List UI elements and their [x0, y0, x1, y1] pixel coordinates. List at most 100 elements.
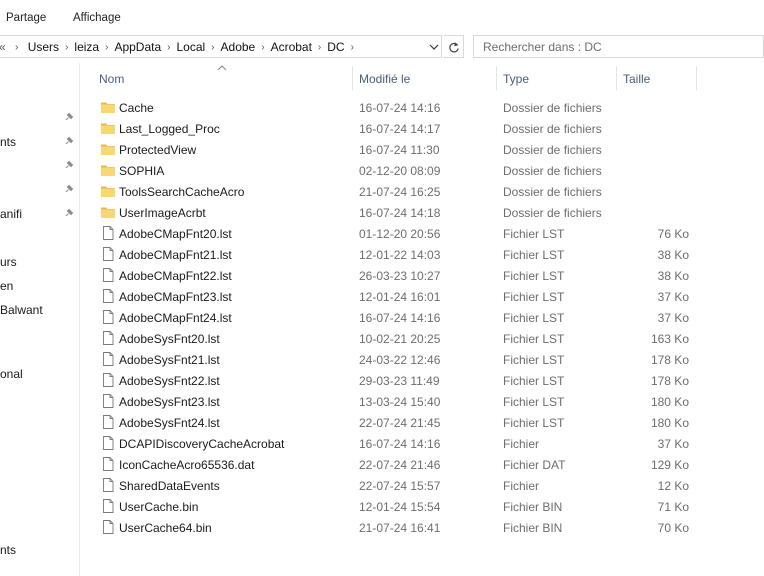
file-row[interactable]: Cache 16-07-24 14:16 Dossier de fichiers [96, 97, 696, 118]
file-row[interactable]: Last_Logged_Proc 16-07-24 14:17 Dossier de… [96, 118, 696, 139]
chevron-right-icon[interactable]: › [318, 42, 321, 53]
refresh-button[interactable] [444, 35, 464, 58]
file-modified: 24-03-22 12:46 [359, 353, 441, 367]
folder-icon [100, 162, 116, 178]
file-size: 37 Ko [657, 311, 689, 325]
file-row[interactable]: ProtectedView 16-07-24 11:30 Dossier de fi… [96, 139, 696, 160]
file-name: AdobeSysFnt21.lst [119, 353, 220, 367]
column-header-type-label: Type [503, 72, 530, 86]
column-header-name-label: Nom [99, 72, 125, 86]
file-row[interactable]: AdobeSysFnt20.lst 10-02-21 20:25 Fichier L… [96, 328, 696, 349]
breadcrumb-item[interactable]: AppData [114, 40, 161, 54]
file-row[interactable]: DCAPIDiscoveryCacheAcrobat 16-07-24 14:16… [96, 433, 696, 454]
breadcrumb-item[interactable]: Local [176, 40, 205, 54]
file-name: AdobeSysFnt23.lst [119, 395, 220, 409]
nav-item[interactable]: en [0, 279, 13, 293]
file-row[interactable]: AdobeSysFnt23.lst 13-03-24 15:40 Fichier L… [96, 391, 696, 412]
file-row[interactable]: SharedDataEvents 22-07-24 15:57 Fichier 12 … [96, 475, 696, 496]
file-row[interactable]: SOPHIA 02-12-20 08:09 Dossier de fichiers [96, 160, 696, 181]
address-row: « › Users › leiza › AppData › Local › Adobe › Acro… [0, 35, 764, 60]
pin-icon[interactable] [63, 135, 75, 147]
file-size: 37 Ko [657, 290, 689, 304]
file-icon [100, 309, 116, 325]
column-header-size[interactable]: Taille [617, 63, 695, 93]
file-modified: 26-03-23 10:27 [359, 269, 441, 283]
file-name: AdobeSysFnt24.lst [119, 416, 220, 430]
nav-item[interactable]: nts [0, 135, 16, 149]
chevron-right-icon[interactable]: › [65, 42, 68, 53]
file-row[interactable]: UserCache.bin 12-01-24 15:54 Fichier BIN 71… [96, 496, 696, 517]
search-input[interactable]: Rechercher dans : DC [473, 35, 764, 58]
file-modified: 12-01-24 16:01 [359, 290, 441, 304]
file-row[interactable]: AdobeCMapFnt22.lst 26-03-23 10:27 Fichier … [96, 265, 696, 286]
breadcrumb-item[interactable]: Adobe [221, 40, 256, 54]
tab-affichage[interactable]: Affichage [73, 12, 121, 24]
column-header-name[interactable]: Nom [96, 63, 351, 93]
file-size: 70 Ko [657, 521, 689, 535]
file-row[interactable]: UserCache64.bin 21-07-24 16:41 Fichier BIN… [96, 517, 696, 538]
pin-icon[interactable] [63, 111, 75, 123]
file-size: 180 Ko [650, 395, 689, 409]
file-size: 178 Ko [650, 353, 689, 367]
file-type: Fichier LST [503, 227, 565, 241]
file-modified: 16-07-24 14:18 [359, 206, 441, 220]
file-name: AdobeSysFnt20.lst [119, 332, 220, 346]
file-row[interactable]: AdobeCMapFnt23.lst 12-01-24 16:01 Fichier … [96, 286, 696, 307]
file-size: 12 Ko [657, 479, 689, 493]
file-size: 38 Ko [657, 248, 689, 262]
file-modified: 22-07-24 15:57 [359, 479, 441, 493]
file-name: SharedDataEvents [119, 479, 220, 493]
nav-item[interactable]: nts [0, 543, 16, 557]
file-row[interactable]: AdobeSysFnt24.lst 22-07-24 21:45 Fichier L… [96, 412, 696, 433]
breadcrumb-item[interactable]: Acrobat [271, 40, 312, 54]
file-name: AdobeCMapFnt22.lst [119, 269, 232, 283]
file-name: IconCacheAcro65536.dat [119, 458, 255, 472]
file-icon [100, 519, 116, 535]
column-header-modified[interactable]: Modifié le [353, 63, 495, 93]
file-size: 180 Ko [650, 416, 689, 430]
chevron-down-icon[interactable] [428, 41, 440, 53]
chevron-right-icon[interactable]: › [261, 42, 264, 53]
nav-item[interactable]: urs [0, 255, 17, 269]
address-bar[interactable]: « › Users › leiza › AppData › Local › Adobe › Acro… [0, 35, 442, 58]
file-row[interactable]: UserImageAcrbt 16-07-24 14:18 Dossier de f… [96, 202, 696, 223]
file-row[interactable]: IconCacheAcro65536.dat 22-07-24 21:46 Fich… [96, 454, 696, 475]
file-icon [100, 330, 116, 346]
nav-item[interactable]: onal [0, 367, 23, 381]
folder-icon [100, 183, 116, 199]
refresh-icon [449, 42, 459, 53]
column-header-type[interactable]: Type [497, 63, 615, 93]
file-name: AdobeCMapFnt24.lst [119, 311, 232, 325]
breadcrumb-item[interactable]: Users [28, 40, 59, 54]
navigation-pane: nts anifi urs en Balwant onal nts [0, 63, 80, 576]
file-row[interactable]: AdobeCMapFnt20.lst 01-12-20 20:56 Fichier … [96, 223, 696, 244]
pin-icon[interactable] [63, 183, 75, 195]
nav-item[interactable]: Balwant [0, 303, 43, 317]
file-type: Fichier LST [503, 248, 565, 262]
column-divider[interactable] [696, 66, 697, 90]
pin-icon[interactable] [63, 207, 75, 219]
chevron-right-icon[interactable]: › [167, 42, 170, 53]
chevron-right-icon[interactable]: › [211, 42, 214, 53]
file-row[interactable]: AdobeCMapFnt21.lst 12-01-22 14:03 Fichier … [96, 244, 696, 265]
file-modified: 12-01-22 14:03 [359, 248, 441, 262]
file-row[interactable]: AdobeCMapFnt24.lst 16-07-24 14:16 Fichier … [96, 307, 696, 328]
pin-icon[interactable] [63, 159, 75, 171]
file-type: Fichier LST [503, 353, 565, 367]
overflow-chevron-icon[interactable]: « [0, 40, 6, 54]
file-row[interactable]: ToolsSearchCacheAcro 21-07-24 16:25 Dossie… [96, 181, 696, 202]
breadcrumb-item[interactable]: DC [327, 40, 344, 54]
file-modified: 01-12-20 20:56 [359, 227, 441, 241]
chevron-right-icon[interactable]: › [105, 42, 108, 53]
tab-partage[interactable]: Partage [6, 12, 46, 24]
file-icon [100, 435, 116, 451]
file-modified: 22-07-24 21:45 [359, 416, 441, 430]
breadcrumb-item[interactable]: leiza [74, 40, 99, 54]
file-type: Fichier BIN [503, 500, 563, 514]
file-name: SOPHIA [119, 164, 165, 178]
file-row[interactable]: AdobeSysFnt22.lst 29-03-23 11:49 Fichier L… [96, 370, 696, 391]
nav-item[interactable]: anifi [0, 207, 22, 221]
file-name: AdobeSysFnt22.lst [119, 374, 220, 388]
chevron-right-icon[interactable]: › [351, 42, 354, 53]
file-row[interactable]: AdobeSysFnt21.lst 24-03-22 12:46 Fichier L… [96, 349, 696, 370]
